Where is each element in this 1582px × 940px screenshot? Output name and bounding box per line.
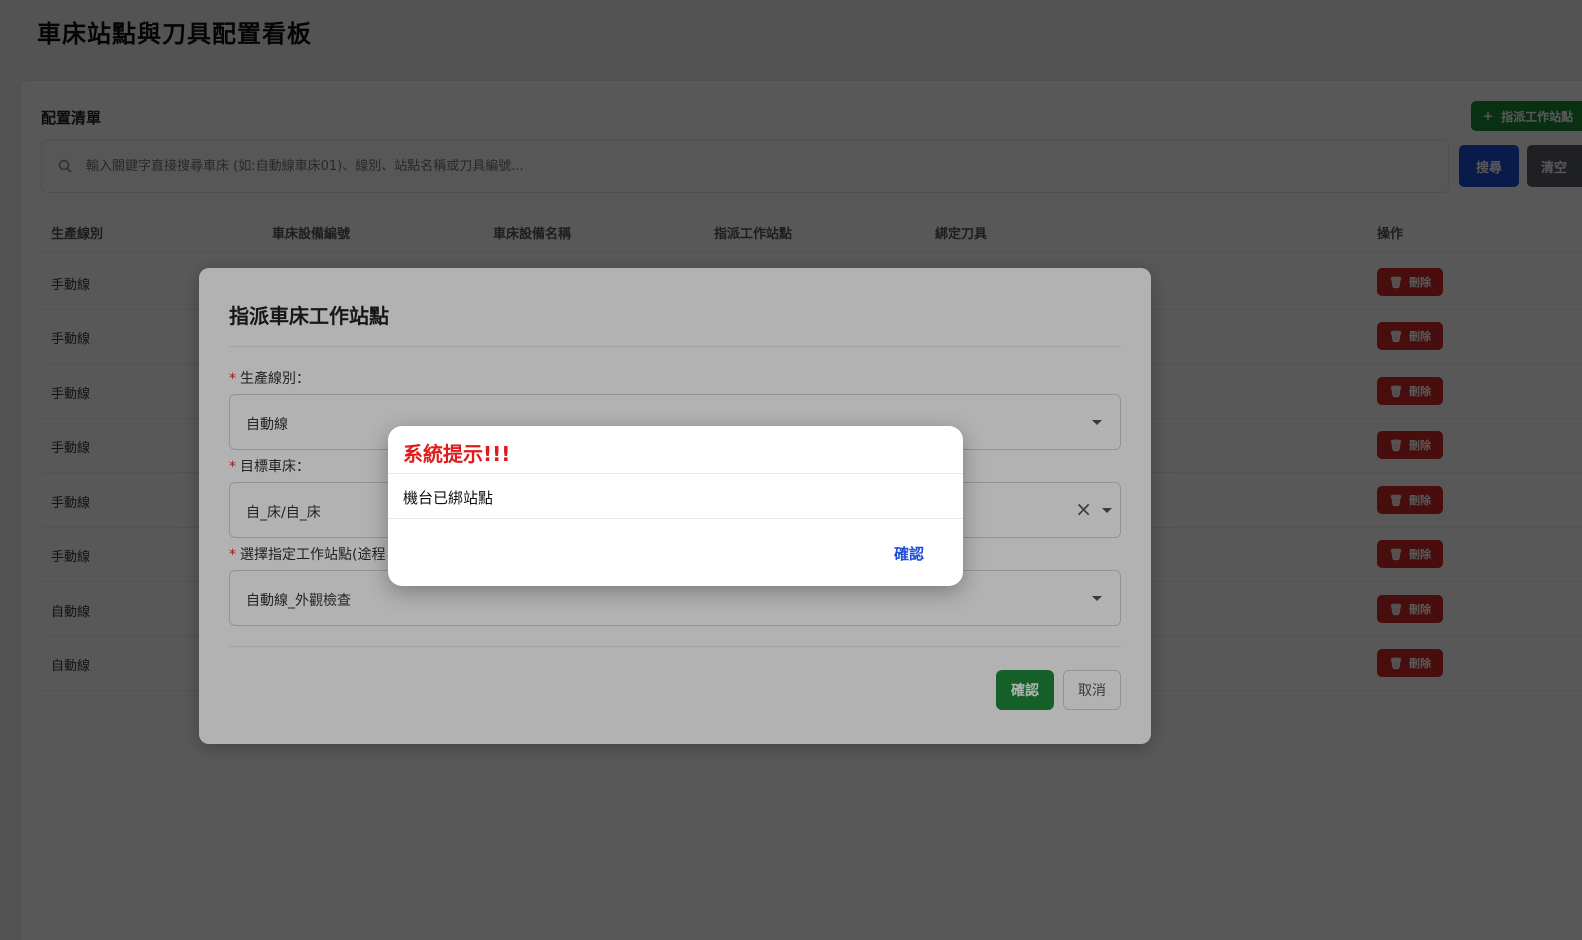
alert-divider xyxy=(388,473,963,474)
alert-message: 機台已綁站點 xyxy=(403,489,494,507)
alert-divider xyxy=(388,518,963,519)
page: 車床站點與刀具配置看板 配置清單 + 指派工作站點 搜尋 清空 生產線別 車床設… xyxy=(0,0,1582,940)
alert-title: 系統提示!!! xyxy=(403,442,511,466)
alert-confirm-button[interactable]: 確認 xyxy=(894,543,924,564)
system-alert-dialog: 系統提示!!! 機台已綁站點 確認 xyxy=(388,426,963,586)
